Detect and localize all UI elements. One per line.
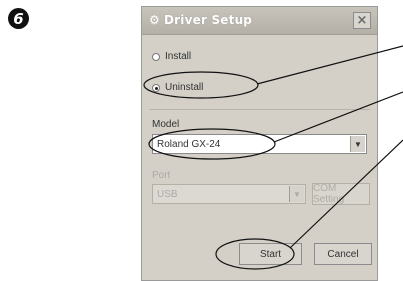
model-callout-ellipse [148,128,276,160]
uninstall-callout-line [256,45,403,85]
callout-overlay [143,45,403,270]
start-callout-line [289,139,403,249]
start-callout-ellipse [215,238,295,270]
model-callout-line [273,91,403,143]
uninstall-callout-ellipse [143,71,259,99]
